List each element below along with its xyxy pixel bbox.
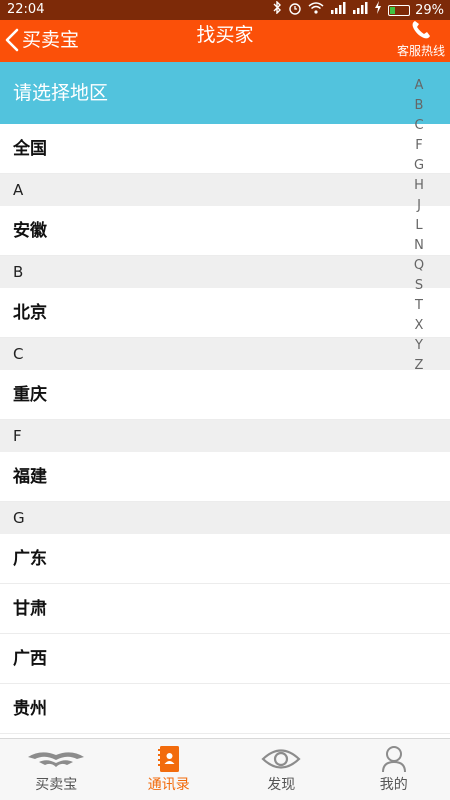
region-item[interactable]: 北京: [0, 288, 450, 338]
alphabet-letter[interactable]: Q: [412, 256, 426, 276]
user-icon: [364, 743, 424, 775]
bottom-tab-bar: 买卖宝 通讯录 发现 我的: [0, 738, 450, 800]
tab-discover[interactable]: 发现: [225, 739, 338, 800]
wifi-icon: [308, 1, 324, 19]
region-item[interactable]: 重庆: [0, 370, 450, 420]
region-prompt-bar: 请选择地区: [0, 62, 450, 124]
logo-icon: [26, 743, 86, 775]
battery-percent: 29%: [415, 2, 444, 18]
eye-icon: [251, 743, 311, 775]
alphabet-letter[interactable]: F: [412, 136, 426, 156]
section-header: A: [0, 174, 450, 206]
section-header: F: [0, 420, 450, 452]
signal-icon-2: [352, 1, 368, 19]
status-bar: 22:04 29%: [0, 0, 450, 20]
region-item[interactable]: 福建: [0, 452, 450, 502]
alphabet-letter[interactable]: A: [412, 76, 426, 96]
region-list: 全国 A 安徽 B 北京 C 重庆 F 福建 G 广东 甘肃 广西 贵州: [0, 124, 450, 734]
status-time: 22:04: [7, 2, 45, 17]
tab-label: 我的: [379, 777, 408, 793]
alphabet-letter[interactable]: H: [412, 176, 426, 196]
alphabet-letter[interactable]: L: [412, 216, 426, 236]
section-header: B: [0, 256, 450, 288]
tab-contacts[interactable]: 通讯录: [113, 739, 226, 800]
region-item[interactable]: 广东: [0, 534, 450, 584]
phone-icon: [412, 21, 430, 39]
signal-icon: [330, 1, 346, 19]
tab-maimaibao[interactable]: 买卖宝: [0, 739, 113, 800]
region-item[interactable]: 安徽: [0, 206, 450, 256]
alphabet-letter[interactable]: S: [412, 276, 426, 296]
alphabet-letter[interactable]: Y: [412, 336, 426, 356]
alphabet-letter[interactable]: J: [412, 196, 426, 216]
app-header: 买卖宝 找买家 客服热线: [0, 20, 450, 62]
region-item[interactable]: 贵州: [0, 684, 450, 734]
bluetooth-icon: [273, 0, 282, 19]
charging-icon: [374, 1, 382, 19]
alphabet-letter[interactable]: C: [412, 116, 426, 136]
section-header: C: [0, 338, 450, 370]
tab-label: 买卖宝: [35, 777, 78, 793]
alphabet-letter[interactable]: G: [412, 156, 426, 176]
region-item[interactable]: 全国: [0, 124, 450, 174]
customer-service-hotline-button[interactable]: 客服热线: [387, 20, 445, 62]
section-header: G: [0, 502, 450, 534]
alphabet-letter[interactable]: T: [412, 296, 426, 316]
alphabet-letter[interactable]: X: [412, 316, 426, 336]
alphabet-letter[interactable]: Z: [412, 356, 426, 376]
battery-indicator: 29%: [388, 3, 444, 18]
tab-label: 发现: [267, 777, 296, 793]
region-item[interactable]: 广西: [0, 634, 450, 684]
status-icons: 29%: [273, 0, 444, 20]
region-item[interactable]: 甘肃: [0, 584, 450, 634]
tab-mine[interactable]: 我的: [338, 739, 450, 800]
contacts-icon: [139, 743, 199, 775]
hotline-label: 客服热线: [396, 44, 445, 58]
tab-label: 通讯录: [147, 777, 190, 793]
alphabet-index[interactable]: ABCFGHJLNQSTXYZ: [412, 76, 426, 376]
page-title: 找买家: [196, 24, 254, 46]
alphabet-letter[interactable]: B: [412, 96, 426, 116]
alarm-icon: [288, 1, 302, 20]
battery-icon: [388, 4, 411, 16]
alphabet-letter[interactable]: N: [412, 236, 426, 256]
